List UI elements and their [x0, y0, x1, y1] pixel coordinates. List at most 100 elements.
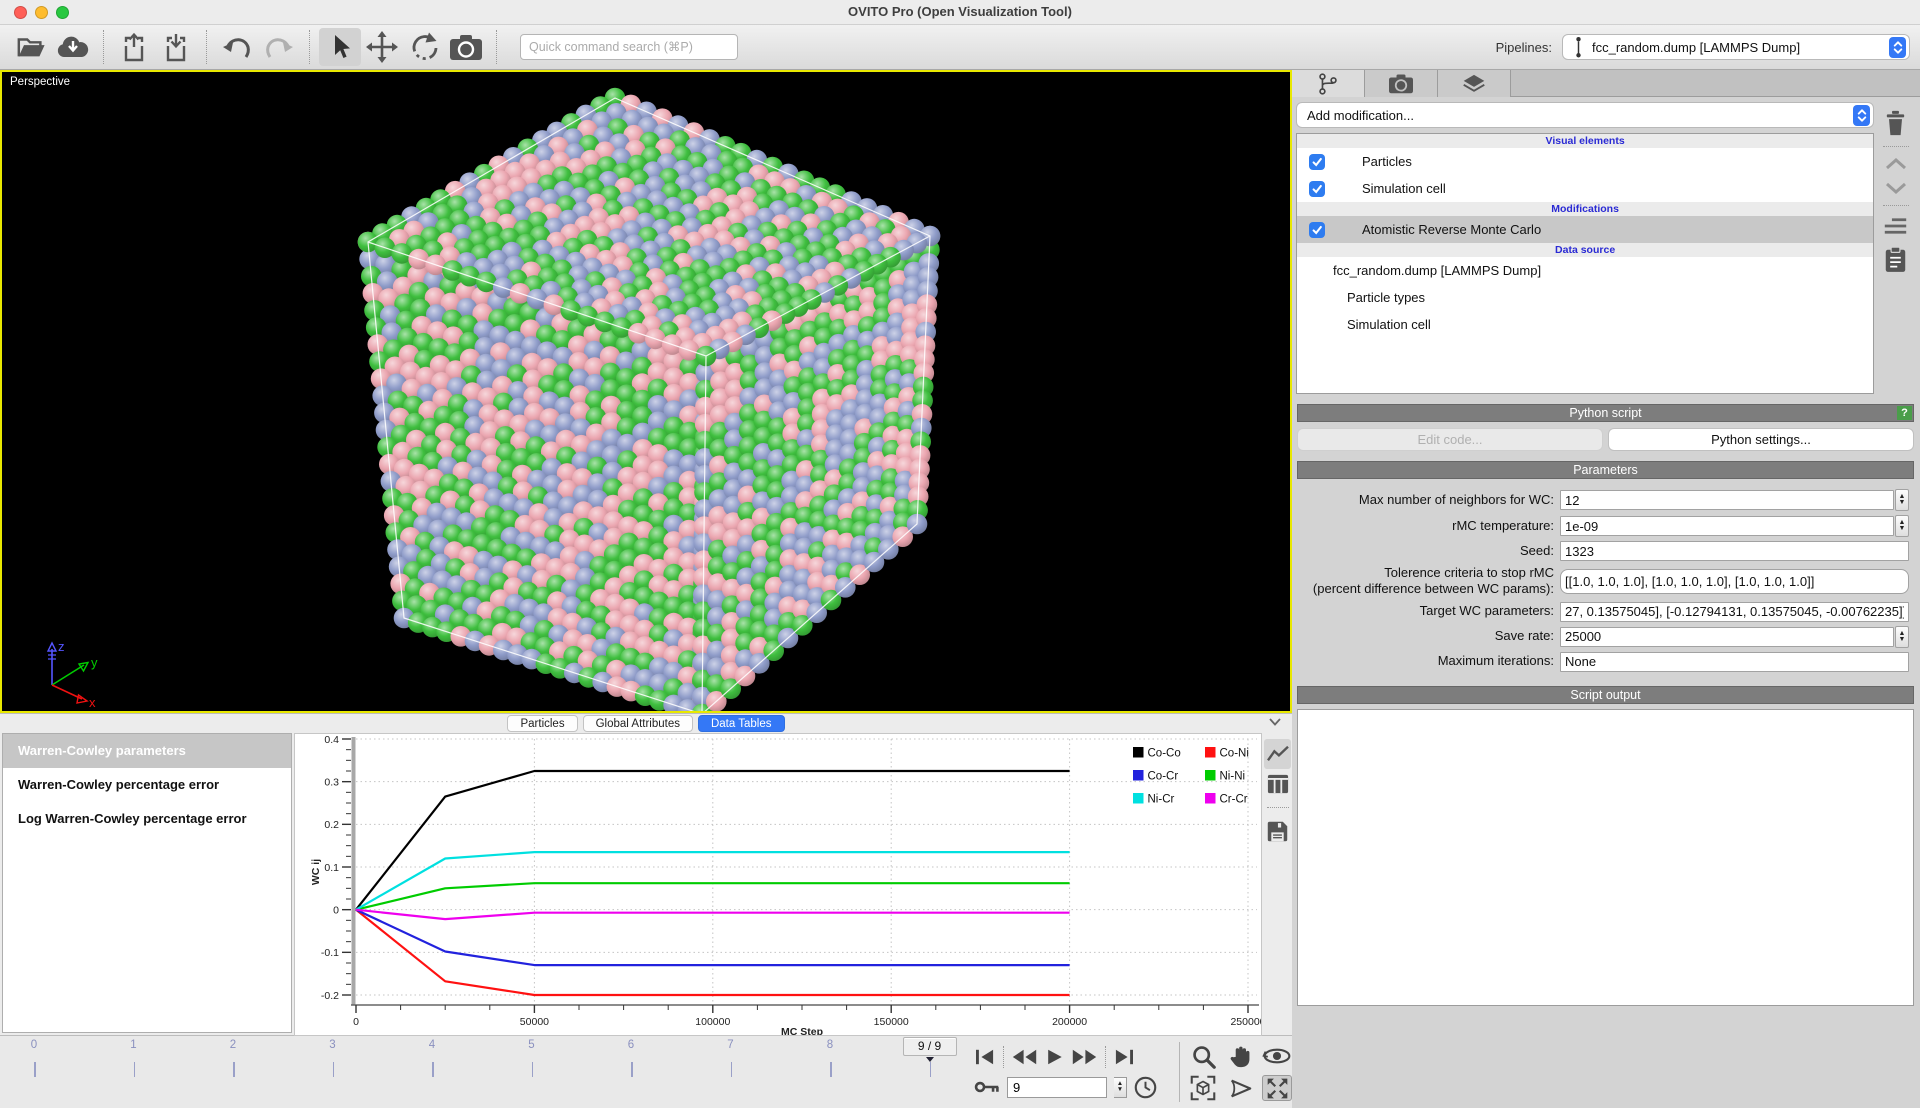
pan-mode-button[interactable]	[1225, 1043, 1255, 1069]
tab-data-tables[interactable]: Data Tables	[698, 715, 785, 732]
cloud-import-icon	[56, 34, 90, 60]
simulation-cell-visibility-checkbox[interactable]	[1309, 181, 1325, 197]
zoom-scene-extents-button[interactable]	[1188, 1075, 1218, 1101]
previous-frame-button[interactable]	[1011, 1048, 1038, 1066]
max-neighbors-spinner[interactable]: ▲▼	[1895, 489, 1909, 511]
toggle-modifier-list-button[interactable]	[1883, 216, 1908, 236]
orbit-mode-button[interactable]	[1262, 1043, 1292, 1069]
tolerance-criteria-input[interactable]	[1560, 569, 1909, 594]
table-view-button[interactable]	[1264, 769, 1291, 799]
pipeline-item-data-source-file[interactable]: fcc_random.dump [LAMMPS Dump]	[1297, 257, 1873, 284]
clock-icon	[1134, 1076, 1157, 1099]
zoom-icon	[1191, 1044, 1216, 1069]
move-mode-button[interactable]	[361, 28, 403, 66]
skip-start-icon	[974, 1048, 996, 1066]
add-modification-dropdown[interactable]: Add modification...	[1296, 102, 1874, 128]
render-button[interactable]	[445, 28, 487, 66]
zoom-mode-button[interactable]	[1188, 1043, 1218, 1069]
jump-to-end-button[interactable]	[1113, 1048, 1135, 1066]
help-button[interactable]: ?	[1897, 406, 1912, 420]
toolbar-separator	[206, 30, 207, 64]
pipeline-item-simulation-cell[interactable]: Simulation cell	[1297, 175, 1873, 202]
particles-visibility-checkbox[interactable]	[1309, 154, 1325, 170]
param-label: Tolerence criteria to stop rMC (percent …	[1296, 565, 1560, 598]
save-session-state-button[interactable]	[155, 28, 197, 66]
save-rate-input[interactable]	[1560, 627, 1894, 647]
pipeline-item-label: Simulation cell	[1362, 181, 1446, 196]
tab-render[interactable]	[1365, 70, 1438, 97]
move-modifier-up-button[interactable]	[1884, 157, 1908, 171]
current-frame-input[interactable]	[1007, 1077, 1107, 1098]
list-item-wc-parameters[interactable]: Warren-Cowley parameters	[3, 734, 291, 768]
target-wc-parameters-input[interactable]	[1560, 602, 1909, 622]
current-frame-indicator[interactable]: 9 / 9	[903, 1037, 957, 1056]
jump-to-start-button[interactable]	[974, 1048, 996, 1066]
move-modifier-down-button[interactable]	[1884, 181, 1908, 195]
perspective-fov-button[interactable]	[1225, 1075, 1255, 1101]
fast-forward-icon	[1071, 1048, 1098, 1066]
frame-spinner[interactable]: ▲▼	[1114, 1077, 1127, 1098]
pipeline-selector-dropdown[interactable]: fcc_random.dump [LAMMPS Dump]	[1562, 34, 1910, 60]
section-header-modifications: Modifications	[1297, 202, 1873, 216]
rmc-enabled-checkbox[interactable]	[1309, 222, 1325, 238]
pipeline-side-toolbar	[1874, 102, 1917, 394]
animation-settings-button[interactable]	[1134, 1076, 1157, 1099]
table-icon	[1266, 773, 1290, 795]
chart-toolbar	[1263, 733, 1292, 1036]
collapse-panel-chevron-icon[interactable]	[1268, 717, 1282, 727]
tab-particles[interactable]: Particles	[507, 715, 577, 732]
tab-overlays[interactable]	[1438, 70, 1511, 97]
add-modification-stepper[interactable]	[1853, 105, 1870, 126]
auto-key-button[interactable]	[974, 1079, 1000, 1095]
copy-pipeline-button[interactable]	[1884, 246, 1907, 273]
check-icon	[1311, 183, 1323, 195]
tab-pipeline[interactable]	[1292, 70, 1365, 97]
param-label: rMC temperature:	[1296, 518, 1560, 534]
side-strip-separator	[1883, 205, 1909, 206]
rmc-temperature-spinner[interactable]: ▲▼	[1895, 515, 1909, 537]
up-down-chevrons-icon	[1856, 107, 1868, 124]
redo-button[interactable]	[258, 28, 300, 66]
viewport-3d[interactable]: Perspective z y x	[0, 70, 1292, 713]
pipeline-item-label: Simulation cell	[1347, 317, 1431, 332]
svg-text:Co-Co: Co-Co	[1148, 748, 1181, 760]
chart-view-button[interactable]	[1264, 739, 1291, 769]
timeline-frame-label: 2	[230, 1039, 236, 1051]
select-mode-button[interactable]	[319, 28, 361, 66]
chevron-down-icon	[1884, 181, 1908, 195]
timeline-frame-label: 3	[329, 1039, 335, 1051]
list-item-wc-percentage-error[interactable]: Warren-Cowley percentage error	[3, 768, 291, 802]
timeline-ruler[interactable]: 0123456789 / 9	[0, 1036, 962, 1108]
rmc-temperature-input[interactable]	[1560, 516, 1894, 536]
pipeline-item-atomistic-rmc[interactable]: Atomistic Reverse Monte Carlo	[1297, 216, 1873, 243]
tab-global-attributes[interactable]: Global Attributes	[583, 715, 693, 732]
seed-input[interactable]	[1560, 541, 1909, 561]
pipeline-item-particle-types[interactable]: Particle types	[1297, 284, 1873, 311]
pipeline-dropdown-stepper[interactable]	[1889, 37, 1906, 58]
next-frame-button[interactable]	[1071, 1048, 1098, 1066]
viewport-menu-label[interactable]: Perspective	[10, 76, 70, 88]
trash-icon	[1884, 110, 1907, 136]
maximum-iterations-input[interactable]	[1560, 652, 1909, 672]
timeline-frame-label: 5	[528, 1039, 534, 1051]
main-toolbar: Pipelines: fcc_random.dump [LAMMPS Dump]	[0, 25, 1920, 70]
window-title: OVITO Pro (Open Visualization Tool)	[0, 4, 1920, 19]
undo-button[interactable]	[216, 28, 258, 66]
max-neighbors-input[interactable]	[1560, 490, 1894, 510]
list-item-log-wc-percentage-error[interactable]: Log Warren-Cowley percentage error	[3, 802, 291, 836]
delete-modifier-button[interactable]	[1884, 110, 1907, 136]
orbit-icon	[1262, 1046, 1292, 1066]
pipeline-item-cell[interactable]: Simulation cell	[1297, 311, 1873, 338]
play-animation-button[interactable]	[1045, 1048, 1064, 1066]
save-rate-spinner[interactable]: ▲▼	[1895, 626, 1909, 648]
import-remote-file-button[interactable]	[52, 28, 94, 66]
python-settings-button[interactable]: Python settings...	[1608, 428, 1914, 451]
maximize-viewport-button[interactable]	[1262, 1075, 1292, 1101]
export-chart-button[interactable]	[1264, 816, 1291, 846]
load-session-state-button[interactable]	[113, 28, 155, 66]
timeline-slider-marker[interactable]	[926, 1057, 934, 1062]
pipeline-item-particles[interactable]: Particles	[1297, 148, 1873, 175]
quick-command-search-input[interactable]	[520, 34, 738, 60]
rotate-mode-button[interactable]	[403, 28, 445, 66]
open-file-button[interactable]	[10, 28, 52, 66]
